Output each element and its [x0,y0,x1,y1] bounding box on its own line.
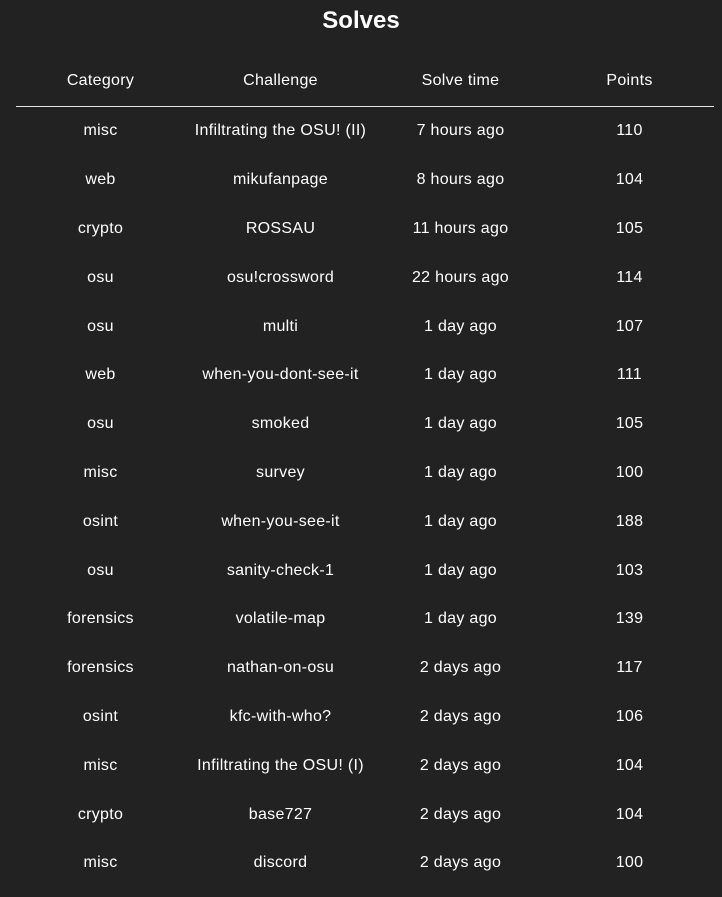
cell-category: osu [87,561,114,579]
cell-solve-time: 2 days ago [419,707,502,725]
table-row: misc discord 2 days ago 100 [16,839,714,888]
cell-solve-time: 1 day ago [424,317,497,335]
cell-category: osu [87,268,114,286]
solves-table: Category Challenge Solve time Points mis… [16,56,714,888]
cell-solve-time: 1 day ago [424,366,497,384]
cell-solve-time: 1 day ago [424,512,497,530]
cell-challenge: multi [262,317,299,335]
cell-points: 107 [615,317,644,335]
cell-challenge: ROSSAU [245,219,316,237]
cell-points: 110 [616,122,643,140]
table-row: osu multi 1 day ago 107 [16,302,714,351]
solves-page: Solves Category Challenge Solve time Poi… [0,0,722,897]
cell-solve-time: 1 day ago [424,561,497,579]
table-row: osint when-you-see-it 1 day ago 188 [16,497,714,546]
cell-points: 139 [615,610,644,628]
cell-challenge: osu!crossword [226,268,335,286]
cell-challenge: Infiltrating the OSU! (I) [197,756,364,774]
cell-category: misc [83,756,118,774]
cell-category: forensics [67,659,134,677]
cell-challenge: base727 [248,805,313,823]
cell-solve-time: 8 hours ago [416,171,505,189]
column-header-challenge: Challenge [185,56,376,107]
column-header-category: Category [16,56,185,107]
cell-challenge: discord [253,854,308,872]
table-row: osu sanity-check-1 1 day ago 103 [16,546,714,595]
table-row: web mikufanpage 8 hours ago 104 [16,156,714,205]
cell-solve-time: 2 days ago [419,659,502,677]
cell-challenge: Infiltrating the OSU! (II) [194,122,367,140]
cell-solve-time: 2 days ago [419,854,502,872]
cell-challenge: survey [256,463,305,481]
cell-solve-time: 11 hours ago [412,219,509,237]
cell-challenge: volatile-map [235,610,326,628]
cell-category: misc [83,854,118,872]
cell-solve-time: 2 days ago [419,756,502,774]
table-row: osu osu!crossword 22 hours ago 114 [16,253,714,302]
cell-solve-time: 2 days ago [419,805,502,823]
column-header-points: Points [545,56,714,107]
cell-solve-time: 7 hours ago [416,122,505,140]
table-row: osint kfc-with-who? 2 days ago 106 [16,693,714,742]
cell-points: 117 [616,659,643,677]
cell-points: 111 [616,366,643,384]
cell-category: web [85,171,116,189]
cell-challenge: when-you-see-it [221,512,340,530]
cell-points: 114 [616,268,643,286]
table-body: misc Infiltrating the OSU! (II) 7 hours ag… [16,107,714,888]
table-row: misc Infiltrating the OSU! (II) 7 hours ag… [16,107,714,156]
cell-challenge: when-you-dont-see-it [202,366,359,384]
table-row: web when-you-dont-see-it 1 day ago 111 [16,351,714,400]
cell-solve-time: 22 hours ago [411,268,509,286]
cell-points: 105 [615,415,644,433]
cell-category: misc [83,463,118,481]
cell-points: 100 [615,854,644,872]
page-title: Solves [322,7,400,34]
cell-points: 105 [615,219,644,237]
table-header-row: Category Challenge Solve time Points [16,56,714,107]
cell-challenge: nathan-on-osu [226,659,335,677]
cell-points: 104 [615,171,644,189]
cell-solve-time: 1 day ago [424,415,497,433]
cell-category: crypto [77,805,124,823]
cell-points: 106 [615,707,644,725]
cell-points: 104 [615,805,644,823]
cell-points: 188 [615,512,644,530]
cell-category: crypto [77,219,124,237]
cell-points: 100 [615,463,644,481]
cell-challenge: sanity-check-1 [226,561,335,579]
cell-category: osint [82,512,119,530]
table-row: misc survey 1 day ago 100 [16,449,714,498]
cell-challenge: kfc-with-who? [229,707,332,725]
table-row: crypto base727 2 days ago 104 [16,790,714,839]
table-row: forensics volatile-map 1 day ago 139 [16,595,714,644]
table-row: crypto ROSSAU 11 hours ago 105 [16,205,714,254]
cell-category: osu [87,317,114,335]
cell-category: osint [82,707,119,725]
table-row: osu smoked 1 day ago 105 [16,400,714,449]
cell-category: misc [83,122,118,140]
cell-category: osu [87,415,114,433]
cell-challenge: smoked [251,415,310,433]
cell-challenge: mikufanpage [233,171,328,189]
table-row: forensics nathan-on-osu 2 days ago 117 [16,644,714,693]
cell-category: forensics [67,610,134,628]
table-row: misc Infiltrating the OSU! (I) 2 days ago 1… [16,741,714,790]
column-header-solve-time: Solve time [376,56,545,107]
cell-points: 104 [615,756,644,774]
cell-solve-time: 1 day ago [424,463,497,481]
cell-solve-time: 1 day ago [424,610,497,628]
cell-points: 103 [615,561,644,579]
cell-category: web [85,366,116,384]
